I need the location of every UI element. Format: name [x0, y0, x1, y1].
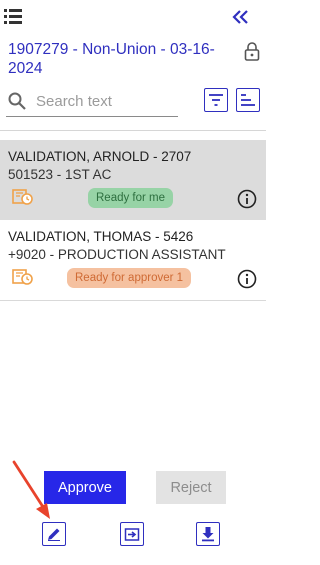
info-icon[interactable]: [237, 269, 257, 289]
top-bar: [0, 0, 266, 36]
lock-icon[interactable]: [244, 42, 260, 62]
double-chevron-left-icon[interactable]: [232, 8, 250, 26]
employee-position: +9020 - PRODUCTION ASSISTANT: [8, 247, 226, 262]
timecard-clock-icon: [12, 269, 33, 285]
timecard-clock-icon: [12, 189, 33, 205]
download-icon: [202, 527, 214, 542]
divider: [0, 130, 266, 131]
employee-position: 501523 - 1ST AC: [8, 167, 112, 182]
employee-name: VALIDATION, THOMAS - 5426: [8, 229, 194, 244]
list-item[interactable]: VALIDATION, THOMAS - 5426 +9020 - PRODUC…: [0, 220, 266, 301]
edit-pencil-icon: [48, 528, 60, 541]
download-button[interactable]: [196, 522, 220, 546]
search-icon: [8, 92, 26, 110]
filter-icon: [209, 94, 223, 106]
menu-list-icon[interactable]: [4, 9, 22, 24]
status-badge: Ready for me: [88, 188, 174, 208]
move-to-icon: [124, 528, 140, 541]
page-title: 1907279 - Non-Union - 03-16-2024: [8, 41, 215, 77]
status-badge: Ready for approver 1: [67, 268, 192, 288]
sort-icon: [241, 94, 255, 106]
info-icon[interactable]: [237, 189, 257, 209]
edit-button[interactable]: [42, 522, 66, 546]
list-item[interactable]: VALIDATION, ARNOLD - 2707 501523 - 1ST A…: [0, 140, 266, 221]
sort-button[interactable]: [236, 88, 260, 112]
move-button[interactable]: [120, 522, 144, 546]
employee-name: VALIDATION, ARNOLD - 2707: [8, 149, 192, 164]
search-bar: [6, 88, 178, 117]
reject-button[interactable]: Reject: [156, 471, 226, 504]
filter-button[interactable]: [204, 88, 228, 112]
search-input[interactable]: [36, 90, 176, 112]
approve-button[interactable]: Approve: [44, 471, 126, 504]
